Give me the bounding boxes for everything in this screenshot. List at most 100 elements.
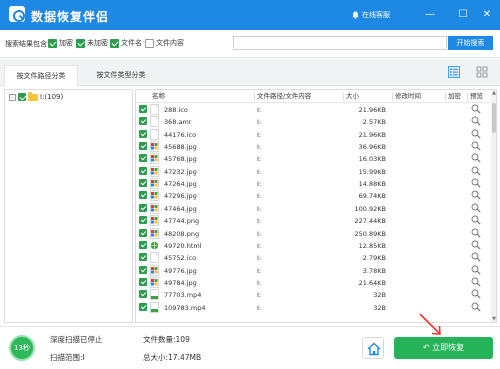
column-name[interactable]: 名称 (150, 92, 165, 101)
file-path: I: (257, 278, 262, 287)
checkbox-file-content[interactable] (145, 38, 154, 48)
list-view-icon[interactable] (448, 66, 460, 78)
file-name: 47464.jpg (164, 204, 197, 213)
ico-file-icon (150, 128, 159, 140)
preview-icon[interactable] (471, 265, 481, 275)
tree-collapse-toggle[interactable]: - (9, 93, 16, 101)
preview-icon[interactable] (471, 166, 481, 176)
scroll-up-icon[interactable]: ▲ (491, 90, 496, 96)
table-row[interactable]: 288.ico I: 21.96KB (136, 104, 491, 116)
table-row[interactable]: 47744.png I: 227.44KB (136, 215, 491, 227)
file-path: I: (257, 180, 262, 189)
home-button[interactable] (362, 337, 384, 359)
column-size[interactable]: 大小 (343, 92, 359, 101)
checkbox-encrypted[interactable] (48, 38, 57, 48)
table-row[interactable]: 48208.png I: 250.89KB (136, 227, 491, 240)
row-checkbox[interactable] (139, 277, 147, 286)
file-size: 36.96KB (358, 143, 386, 152)
minimize-button[interactable]: — (423, 8, 437, 22)
row-checkbox[interactable] (139, 154, 147, 163)
tab-by-path[interactable]: 按文件路径分类 (4, 65, 78, 86)
table-row[interactable]: 49776.jpg I: 3.78KB (136, 264, 491, 277)
row-checkbox[interactable] (139, 129, 147, 138)
scrollbar-thumb[interactable] (492, 103, 496, 133)
preview-icon[interactable] (471, 190, 481, 201)
column-preview[interactable]: 预览 (467, 92, 483, 101)
maximize-button[interactable]: ☐ (456, 8, 470, 22)
filter-filename[interactable]: 文件名 (110, 38, 142, 48)
preview-icon[interactable] (471, 116, 481, 126)
preview-icon[interactable] (471, 289, 481, 299)
table-row[interactable]: 47464.jpg I: 100.92KB (136, 202, 491, 215)
file-path: I: (257, 217, 262, 226)
tab-by-type[interactable]: 按文件类型分类 (84, 65, 158, 86)
table-row[interactable]: 45752.ico I: 2.79KB (136, 252, 491, 264)
file-size: 12.85KB (358, 241, 386, 250)
file-list-header: 名称 文件路径/文件内容 大小 修改时间 加密 预览 (136, 90, 491, 103)
file-name: 49784.jpg (164, 278, 197, 287)
preview-icon[interactable] (471, 129, 481, 139)
row-checkbox[interactable] (139, 203, 147, 212)
table-row[interactable]: 45688.jpg I: 36.96KB (136, 141, 491, 153)
table-row[interactable]: 77703.mp4 I: 32B (136, 289, 491, 301)
preview-icon[interactable] (471, 104, 481, 114)
app-title: 数据恢复伴侣 (31, 10, 110, 24)
preview-icon[interactable] (471, 141, 481, 151)
table-row[interactable]: 47296.jpg I: 69.74KB (136, 190, 491, 202)
row-checkbox[interactable] (139, 253, 147, 262)
checkbox-filename[interactable] (110, 38, 119, 48)
close-button[interactable]: ✕ (480, 8, 494, 22)
row-checkbox[interactable] (139, 240, 147, 249)
preview-icon[interactable] (471, 228, 481, 238)
file-name: 77703.mp4 (164, 291, 202, 300)
filter-file-content[interactable]: 文件内容 (145, 38, 184, 48)
grid-view-icon[interactable] (476, 66, 488, 78)
file-size: 21.96KB (358, 130, 386, 139)
row-checkbox[interactable] (139, 191, 147, 200)
preview-icon[interactable] (471, 252, 481, 262)
column-modified[interactable]: 修改时间 (392, 92, 421, 101)
table-row[interactable]: 368.amr I: 2.57KB (136, 116, 491, 128)
file-path: I: (257, 266, 262, 275)
file-size: 227.44KB (354, 217, 386, 226)
row-checkbox[interactable] (139, 117, 147, 126)
table-row[interactable]: 49784.jpg I: 21.64KB (136, 277, 491, 289)
table-row[interactable]: 47232.jpg I: 15.99KB (136, 165, 491, 178)
table-row[interactable]: 44176.ico I: 21.96KB (136, 128, 491, 141)
checkbox-unencrypted[interactable] (76, 38, 85, 48)
row-checkbox[interactable] (139, 142, 147, 151)
start-search-button[interactable]: 开始搜索 (448, 36, 493, 50)
online-service-button[interactable]: 在线客服 (352, 10, 390, 20)
preview-icon[interactable] (471, 302, 481, 312)
row-checkbox[interactable] (139, 290, 147, 299)
preview-icon[interactable] (471, 240, 481, 250)
scroll-down-icon[interactable]: ▼ (491, 316, 496, 322)
file-name: 49720.html (164, 241, 202, 250)
row-checkbox[interactable] (139, 179, 147, 188)
preview-icon[interactable] (471, 277, 481, 287)
table-row[interactable]: 45768.jpg I: 16.03KB (136, 153, 491, 165)
filter-unencrypted[interactable]: 未加密 (76, 38, 108, 48)
preview-icon[interactable] (471, 215, 481, 225)
preview-icon[interactable] (471, 203, 481, 213)
preview-icon[interactable] (471, 178, 481, 188)
restore-now-button[interactable]: ↶ 立即恢复 (394, 337, 493, 359)
row-checkbox[interactable] (139, 216, 147, 225)
tree-root-item[interactable]: - I:(109) (9, 91, 63, 101)
filter-encrypted[interactable]: 加密 (48, 38, 73, 48)
preview-icon[interactable] (471, 153, 481, 163)
file-path: I: (257, 130, 262, 139)
table-row[interactable]: 47264.jpg I: 14.88KB (136, 178, 491, 190)
row-checkbox[interactable] (139, 265, 147, 274)
file-path: I: (257, 155, 262, 164)
column-encrypted[interactable]: 加密 (445, 92, 461, 101)
row-checkbox[interactable] (139, 166, 147, 175)
row-checkbox[interactable] (139, 302, 147, 311)
search-input[interactable] (233, 36, 447, 50)
row-checkbox[interactable] (139, 105, 147, 113)
table-row[interactable]: 49720.html I: 12.85KB (136, 240, 491, 252)
file-size: 14.88KB (358, 180, 386, 189)
tree-root-checkbox[interactable] (18, 93, 26, 101)
column-path[interactable]: 文件路径/文件内容 (254, 92, 311, 101)
row-checkbox[interactable] (139, 228, 147, 237)
